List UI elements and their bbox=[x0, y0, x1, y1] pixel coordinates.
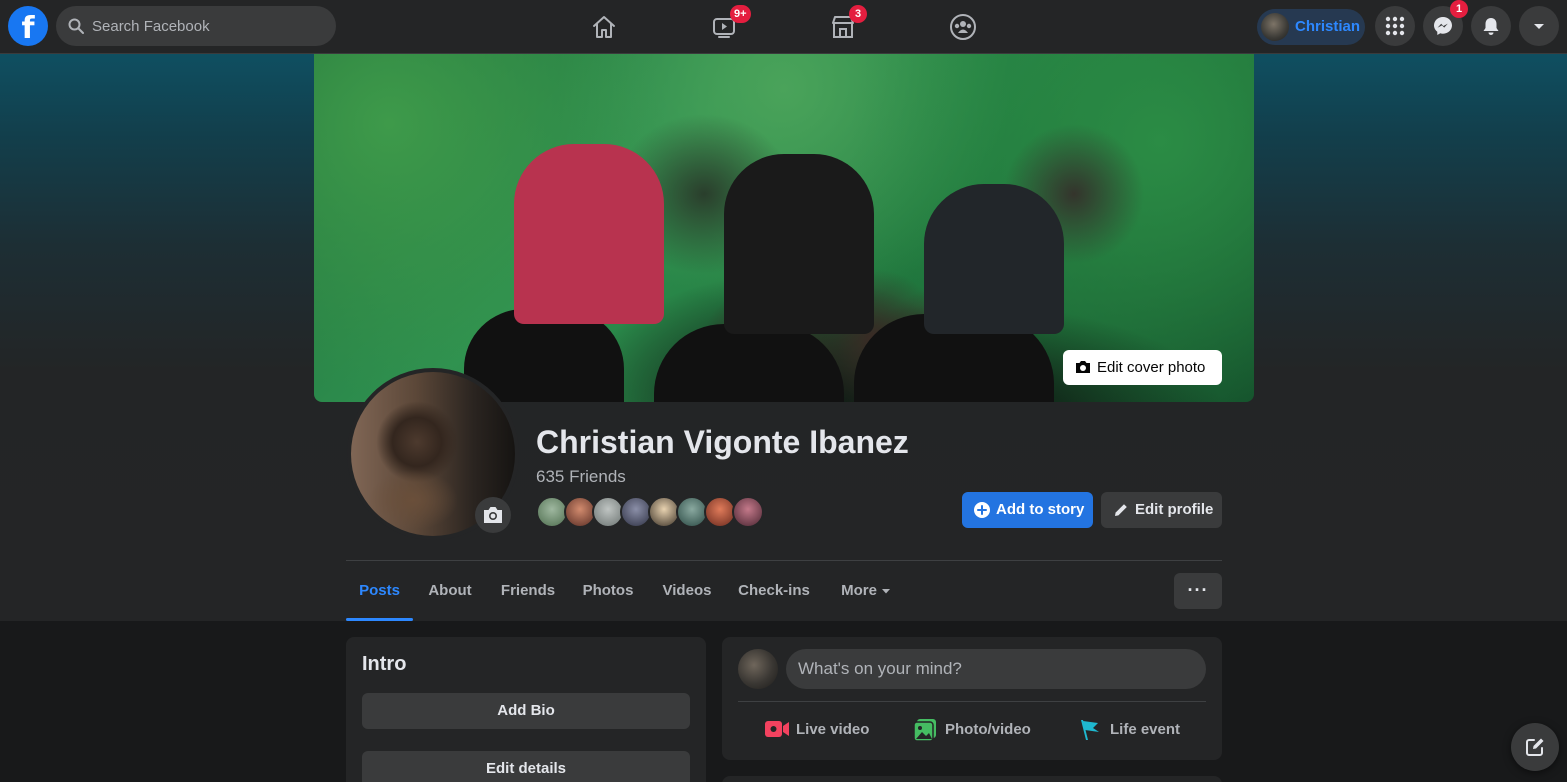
messenger-button[interactable]: 1 bbox=[1423, 0, 1468, 46]
life-event-button[interactable]: Life event bbox=[1068, 708, 1192, 752]
flag-icon bbox=[1081, 720, 1099, 740]
compose-icon bbox=[1526, 738, 1544, 756]
nav-watch-tab[interactable]: 9+ bbox=[668, 4, 780, 50]
watch-badge: 9+ bbox=[730, 5, 751, 23]
profile-name: Christian Vigonte Ibanez bbox=[536, 424, 909, 460]
avatar[interactable] bbox=[738, 649, 778, 689]
add-to-story-button[interactable]: Add to story bbox=[962, 492, 1093, 528]
more-dots-icon: ··· bbox=[1187, 580, 1209, 600]
caret-down-icon bbox=[881, 589, 890, 594]
cover-figure bbox=[654, 324, 844, 402]
tab-posts[interactable]: Posts bbox=[346, 562, 413, 621]
composer-divider bbox=[738, 701, 1206, 702]
tab-photos[interactable]: Photos bbox=[573, 562, 643, 620]
new-message-button[interactable] bbox=[1511, 723, 1559, 771]
account-button[interactable] bbox=[1519, 6, 1559, 46]
update-profile-picture-button[interactable] bbox=[475, 497, 511, 533]
messenger-badge: 1 bbox=[1450, 0, 1468, 18]
camera-icon bbox=[1076, 361, 1090, 373]
notifications-button[interactable] bbox=[1471, 6, 1511, 46]
pencil-icon bbox=[1115, 504, 1127, 516]
tab-more[interactable]: More bbox=[828, 562, 904, 620]
camera-icon bbox=[484, 507, 502, 523]
live-video-icon bbox=[765, 721, 789, 737]
bell-icon bbox=[1483, 18, 1499, 35]
tab-check-ins[interactable]: Check-ins bbox=[731, 562, 817, 620]
marketplace-badge: 3 bbox=[849, 5, 867, 23]
avatar bbox=[1261, 13, 1289, 41]
nav-groups-tab[interactable] bbox=[907, 4, 1019, 50]
profile-options-button[interactable]: ··· bbox=[1174, 573, 1222, 609]
live-video-button[interactable]: Live video bbox=[754, 708, 878, 752]
add-bio-button[interactable]: Add Bio bbox=[362, 693, 690, 729]
caret-down-icon bbox=[1534, 24, 1544, 29]
grid-menu-icon bbox=[1385, 16, 1405, 36]
header-divider bbox=[346, 560, 1222, 561]
nav-home-tab[interactable] bbox=[548, 4, 660, 50]
edit-profile-button[interactable]: Edit profile bbox=[1101, 492, 1222, 528]
cover-figure bbox=[724, 154, 874, 334]
tab-friends[interactable]: Friends bbox=[491, 562, 565, 620]
nav-marketplace-tab[interactable]: 3 bbox=[787, 4, 899, 50]
cover-figure bbox=[514, 144, 664, 324]
tab-videos[interactable]: Videos bbox=[652, 562, 722, 620]
tab-about[interactable]: About bbox=[417, 562, 483, 620]
friend-avatar[interactable] bbox=[732, 496, 764, 528]
intro-title: Intro bbox=[362, 653, 407, 675]
top-navbar: f 9+ 3 Christian 1 bbox=[0, 0, 1567, 54]
friends-facepile[interactable] bbox=[536, 496, 776, 528]
plus-circle-icon bbox=[974, 502, 990, 518]
photo-icon bbox=[913, 719, 936, 742]
search-icon bbox=[68, 18, 84, 34]
messenger-icon bbox=[1434, 17, 1452, 35]
home-icon bbox=[593, 16, 615, 38]
groups-icon bbox=[950, 14, 976, 40]
edit-details-button[interactable]: Edit details bbox=[362, 751, 690, 782]
cover-figure bbox=[924, 184, 1064, 334]
edit-cover-photo-button[interactable]: Edit cover photo bbox=[1063, 350, 1222, 385]
composer-input[interactable] bbox=[786, 649, 1206, 689]
profile-shortcut[interactable]: Christian bbox=[1257, 9, 1365, 45]
menu-button[interactable] bbox=[1375, 6, 1415, 46]
facebook-logo[interactable]: f bbox=[8, 6, 48, 46]
photo-video-button[interactable]: Photo/video bbox=[903, 708, 1043, 752]
search-box[interactable] bbox=[56, 6, 336, 46]
next-card bbox=[722, 776, 1222, 782]
search-input[interactable] bbox=[92, 6, 322, 46]
friends-count[interactable]: 635 Friends bbox=[536, 467, 626, 487]
